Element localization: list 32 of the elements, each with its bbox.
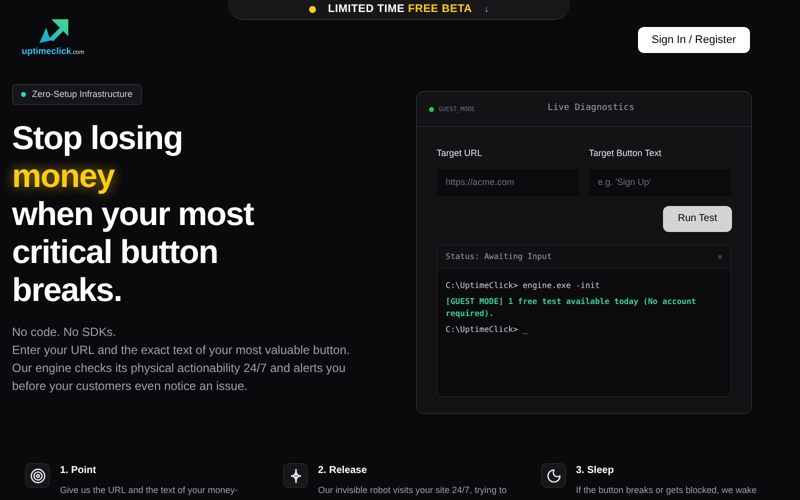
status-indicator-icon [718, 254, 722, 258]
description-text: Enter your URL and the exact text of your most valuable button. Our engine checks its physical actionability 24/7 and alerts you before your customers even notice an issue. [12, 342, 351, 395]
run-test-button[interactable]: Run Test [663, 206, 732, 232]
step-title: 2. Release [318, 464, 368, 478]
headline-line: money [12, 157, 114, 195]
description-text: No code. No SDKs. [12, 324, 118, 341]
promo-banner[interactable]: LIMITED TIME FREE BETA ↓ [228, 0, 570, 20]
moon-icon [546, 468, 562, 484]
sign-in-button[interactable]: Sign In / Register [638, 27, 750, 53]
field-label: Target URL [436, 147, 484, 160]
headline-line: when your most [12, 195, 254, 233]
step-text: Our invisible robot visits your site 24/7, trying to [318, 484, 507, 497]
input-field[interactable]: e.g. 'Sign Up' [588, 168, 732, 196]
arrow-glyph: ↓ [484, 3, 489, 17]
step-title: 1. Point [60, 464, 98, 478]
logo-text: uptimeclick [22, 47, 72, 56]
step-text: If the button breaks or gets blocked, we wake [576, 484, 757, 497]
headline-line: breaks. [12, 271, 122, 309]
headline-line: critical button [12, 233, 218, 271]
terminal-line: [GUEST MODE] 1 free test available today (No account required). [446, 296, 698, 320]
banner-text: LIMITED TIME FREE BETA [328, 2, 472, 18]
headline-line: Stop losing [12, 119, 183, 157]
terminal-line: C:\UptimeClick> _ [446, 324, 529, 336]
input-field[interactable]: https://acme.com [436, 168, 579, 196]
target-icon [30, 468, 46, 484]
field-label: Target Button Text [588, 147, 662, 160]
panel-title: Live Diagnostics [548, 102, 634, 116]
step-text: Give us the URL and the text of your money- [60, 484, 238, 497]
terminal-line: C:\UptimeClick> engine.exe -init [446, 280, 601, 292]
badge-text: Zero-Setup Infrastructure [32, 88, 133, 101]
step-title: 3. Sleep [576, 464, 615, 478]
terminal-status: Status: Awaiting Input [446, 250, 552, 262]
